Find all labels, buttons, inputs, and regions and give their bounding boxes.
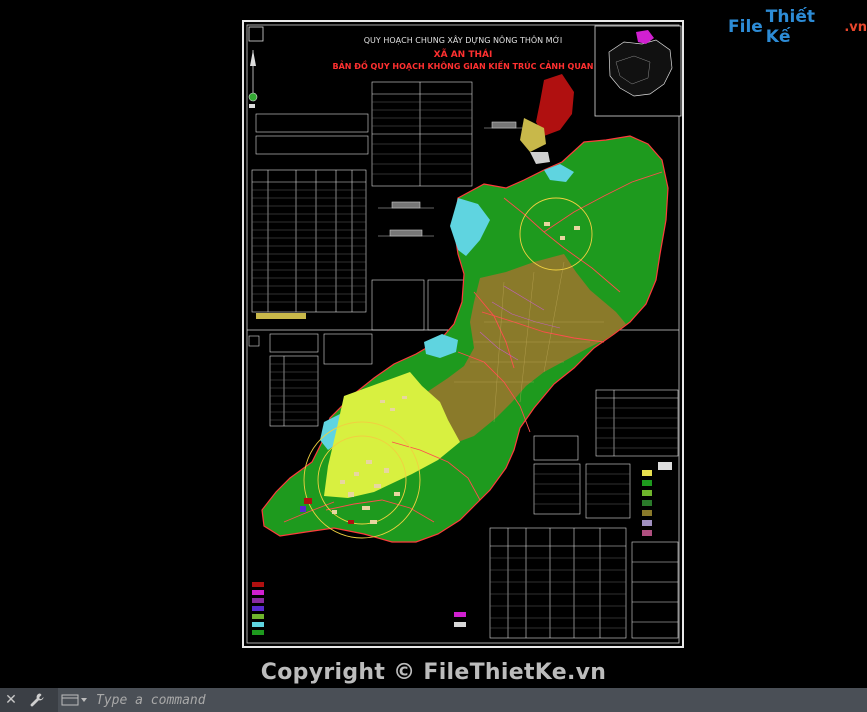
watermark-logo: File Thiết Kế .vn	[728, 7, 867, 47]
bottom-table	[489, 527, 627, 639]
commune-name: XÃ AN THÁI	[433, 50, 493, 60]
public-zone-2	[530, 152, 550, 164]
command-line-bar: ✕	[0, 688, 867, 712]
forest-zone	[261, 135, 669, 543]
drawing-canvas[interactable]: QUY HOẠCH CHUNG XÂY DỰNG NÔNG THÔN MỚI X…	[0, 0, 867, 688]
command-input[interactable]	[92, 689, 867, 711]
command-history-icon[interactable]	[58, 688, 92, 712]
sw-admin-block	[304, 498, 312, 504]
logo-thietke-text: Thiết Kế	[765, 7, 815, 47]
wrench-icon[interactable]	[22, 688, 52, 712]
marker-block	[300, 506, 306, 512]
map-subtitle: BẢN ĐỒ QUY HOẠCH KHÔNG GIAN KIẾN TRÚC CẢ…	[332, 62, 594, 71]
sheet-graphics	[246, 24, 682, 644]
legend-left-bottom	[252, 582, 466, 635]
close-icon[interactable]: ✕	[0, 688, 22, 712]
logo-file-text: File	[728, 17, 763, 37]
title-block	[631, 541, 679, 639]
legend-swatches-right	[642, 462, 672, 536]
logo-domain-text: .vn	[844, 19, 867, 35]
table-rows-lower	[270, 363, 318, 421]
frame-mark-left	[248, 335, 260, 347]
bottom-table-rows	[490, 557, 626, 629]
command-input-container	[58, 688, 867, 712]
scale-mark	[249, 104, 255, 108]
copyright-watermark: Copyright © FileThietKe.vn	[260, 660, 607, 685]
info-tables-right	[533, 389, 679, 519]
admin-zone	[536, 74, 574, 136]
drawing-title: QUY HOẠCH CHUNG XÂY DỰNG NÔNG THÔN MỚI	[363, 36, 563, 45]
drawing-sheet: QUY HOẠCH CHUNG XÂY DỰNG NÔNG THÔN MỚI X…	[242, 20, 684, 648]
legend-swatch-upper	[256, 313, 306, 319]
